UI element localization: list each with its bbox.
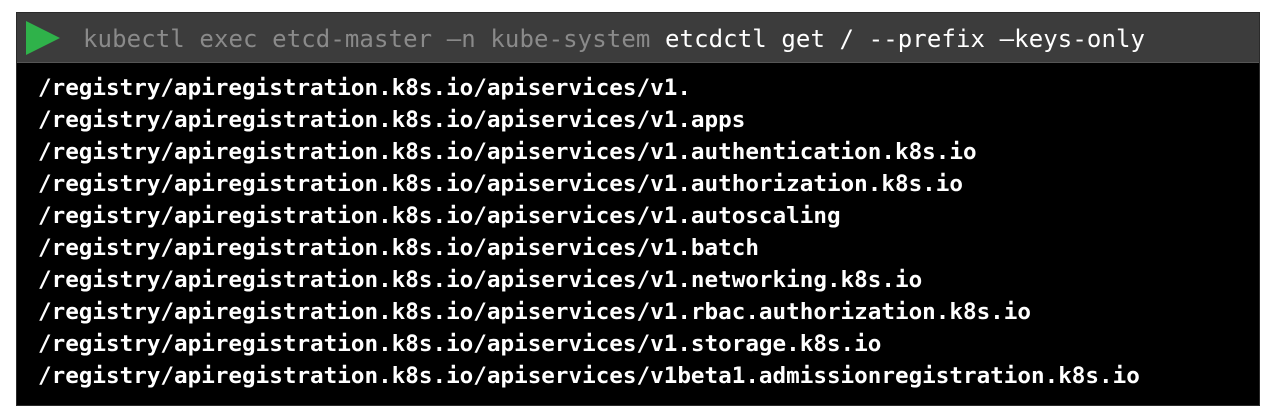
command-prefix: kubectl exec etcd-master –n kube-system bbox=[83, 25, 665, 53]
output-line: /registry/apiregistration.k8s.io/apiserv… bbox=[38, 331, 882, 357]
output-line: /registry/apiregistration.k8s.io/apiserv… bbox=[38, 363, 1140, 389]
command-output: /registry/apiregistration.k8s.io/apiserv… bbox=[38, 72, 1140, 392]
output-line: /registry/apiregistration.k8s.io/apiserv… bbox=[38, 139, 977, 165]
output-line: /registry/apiregistration.k8s.io/apiserv… bbox=[38, 171, 963, 197]
command-bar: kubectl exec etcd-master –n kube-system … bbox=[17, 13, 1259, 63]
output-line: /registry/apiregistration.k8s.io/apiserv… bbox=[38, 235, 759, 261]
command-main: etcdctl get / --prefix –keys-only bbox=[664, 25, 1146, 53]
output-line: /registry/apiregistration.k8s.io/apiserv… bbox=[38, 299, 1031, 325]
output-line: /registry/apiregistration.k8s.io/apiserv… bbox=[38, 267, 923, 293]
play-icon[interactable] bbox=[25, 20, 61, 56]
output-line: /registry/apiregistration.k8s.io/apiserv… bbox=[38, 75, 691, 101]
command-line: kubectl exec etcd-master –n kube-system … bbox=[83, 13, 1145, 63]
output-line: /registry/apiregistration.k8s.io/apiserv… bbox=[38, 203, 841, 229]
output-line: /registry/apiregistration.k8s.io/apiserv… bbox=[38, 107, 746, 133]
terminal-window: kubectl exec etcd-master –n kube-system … bbox=[16, 12, 1260, 406]
